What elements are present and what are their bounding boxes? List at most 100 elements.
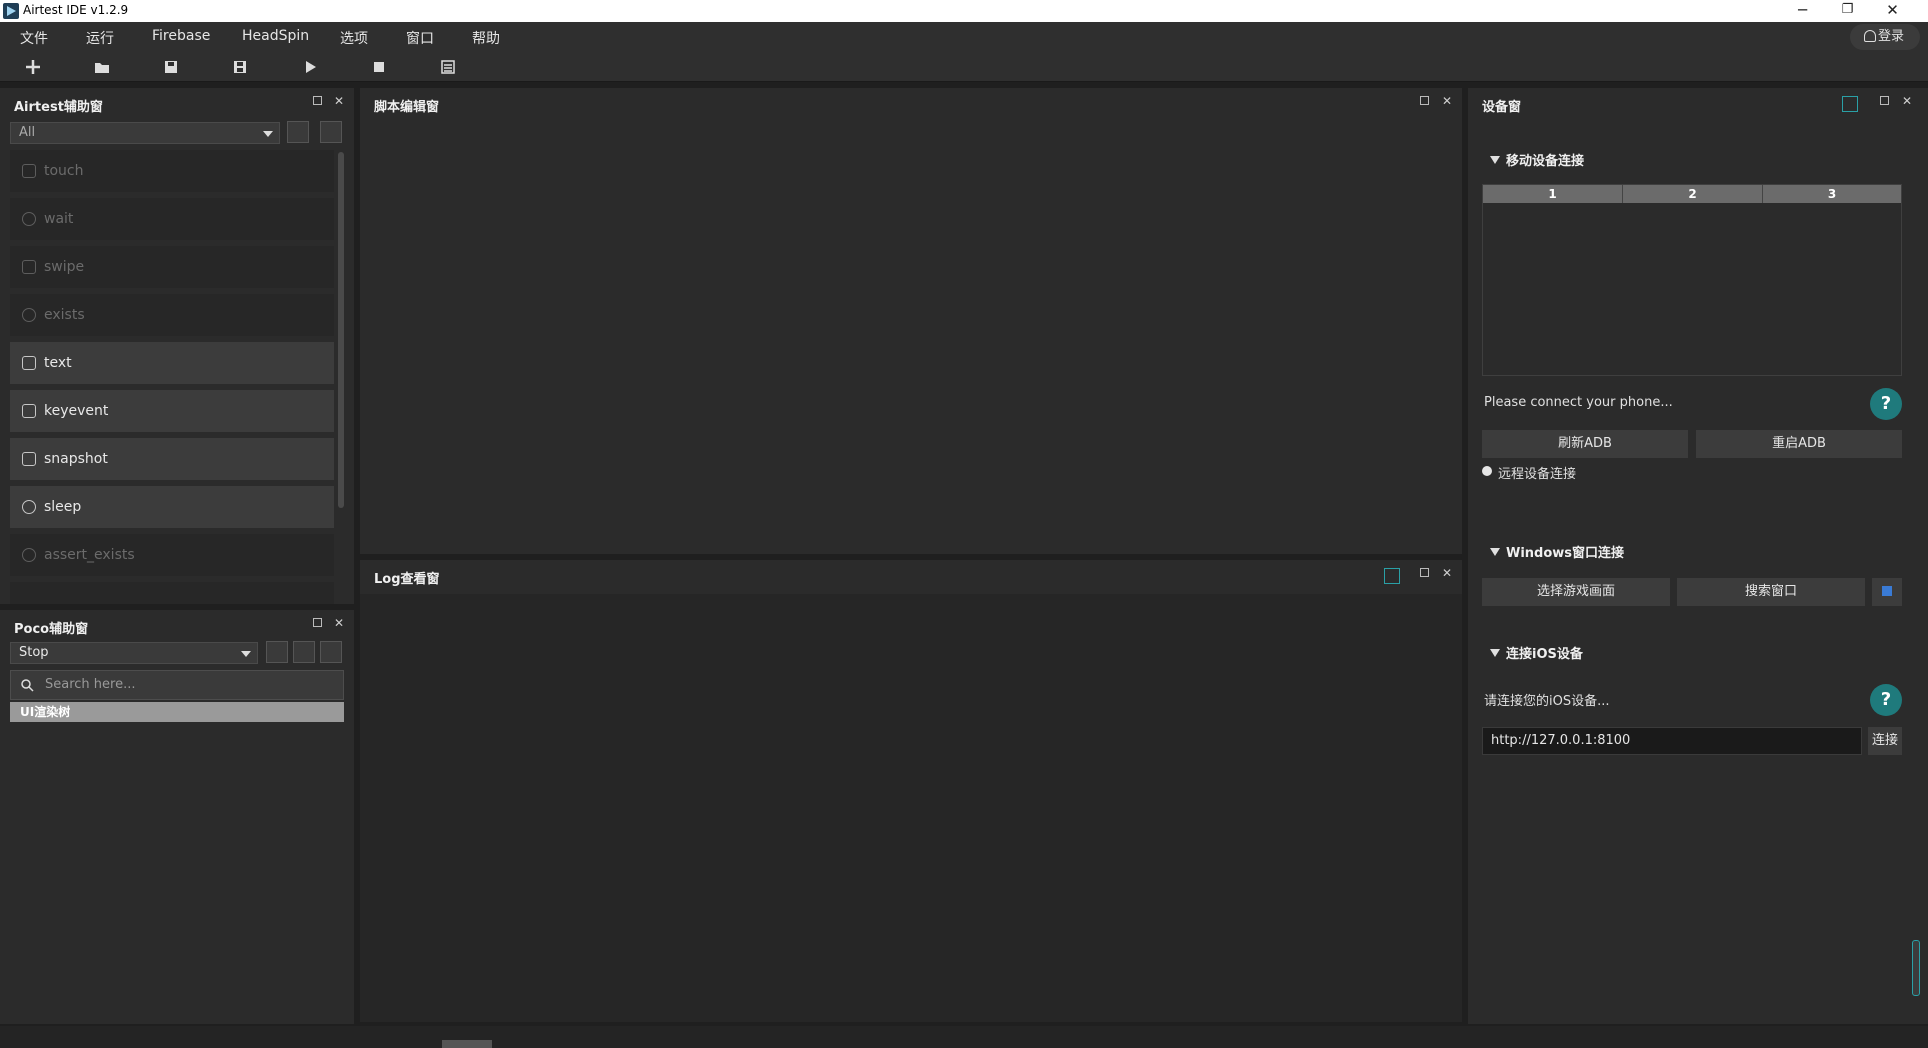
poco-search-input[interactable]: Search here... (10, 670, 344, 700)
device-table[interactable]: 1 2 3 (1482, 184, 1902, 376)
log-viewer-panel[interactable]: Log查看窗 ✕ (360, 560, 1462, 1022)
close-panel-button[interactable]: ✕ (1442, 566, 1452, 580)
api-assert-not-exists-partial[interactable] (10, 582, 334, 604)
log-icon[interactable] (439, 58, 457, 76)
lock-button[interactable] (266, 641, 288, 663)
menu-headspin[interactable]: HeadSpin (242, 28, 309, 44)
float-panel-button[interactable] (1880, 94, 1889, 108)
menu-run[interactable]: 运行 (86, 28, 114, 48)
device-panel-title: 设备窗 (1482, 100, 1522, 115)
api-filter-select[interactable]: All (10, 122, 280, 144)
menu-options[interactable]: 选项 (340, 28, 368, 48)
api-exists[interactable]: exists (10, 294, 334, 336)
filter-icon[interactable] (1384, 568, 1400, 584)
section-label: 移动设备连接 (1506, 154, 1585, 169)
close-button[interactable]: ✕ (1870, 0, 1915, 22)
device-settings-icon[interactable] (1842, 96, 1858, 112)
menu-help[interactable]: 帮助 (472, 28, 500, 48)
log-panel-header (360, 560, 1462, 594)
api-label: exists (44, 307, 85, 323)
horizontal-scrollbar[interactable] (442, 1040, 492, 1048)
select-game-button[interactable]: 选择游戏画面 (1482, 578, 1670, 606)
menu-bar: 文件 运行 Firebase HeadSpin 选项 窗口 帮助 (0, 22, 1928, 52)
login-label: 登录 (1878, 29, 1905, 44)
remote-connect-link[interactable]: 远程设备连接 (1498, 463, 1576, 482)
menu-file[interactable]: 文件 (20, 28, 48, 48)
api-touch[interactable]: touch (10, 150, 334, 192)
moon-icon (22, 500, 36, 514)
ui-tree-root[interactable]: UI渲染树 (10, 702, 344, 722)
close-panel-button[interactable]: ✕ (1442, 94, 1452, 108)
window-picker-button[interactable] (1872, 578, 1902, 606)
title-bar: Airtest IDE v1.2.9 ─ ❐ ✕ (0, 0, 1928, 22)
script-panel-title: 脚本编辑窗 (374, 100, 440, 115)
auto-record-button[interactable] (320, 121, 342, 143)
refresh-button[interactable] (293, 641, 315, 663)
api-snapshot[interactable]: snapshot (10, 438, 334, 480)
swipe-icon (22, 260, 36, 274)
stop-icon[interactable] (370, 58, 388, 76)
api-list-scrollbar[interactable] (338, 152, 344, 508)
api-keyevent[interactable]: keyevent (10, 390, 334, 432)
chevron-down-icon (263, 131, 273, 137)
restore-button[interactable]: ❐ (1825, 0, 1870, 22)
search-window-button[interactable]: 搜索窗口 (1677, 578, 1865, 606)
float-panel-button[interactable] (1420, 94, 1429, 108)
api-swipe[interactable]: swipe (10, 246, 334, 288)
mobile-section-header[interactable]: 移动设备连接 (1490, 150, 1584, 169)
api-label: text (44, 355, 72, 371)
record-screen-button[interactable] (287, 121, 309, 143)
float-panel-button[interactable] (1420, 566, 1429, 580)
collapse-triangle-icon (1490, 548, 1500, 556)
section-label: 连接iOS设备 (1506, 647, 1583, 662)
float-panel-button[interactable] (313, 94, 322, 108)
app-logo-icon (3, 3, 19, 19)
close-panel-button[interactable]: ✕ (334, 616, 344, 630)
menu-window[interactable]: 窗口 (406, 28, 434, 48)
record-button[interactable] (320, 641, 342, 663)
help-icon[interactable]: ? (1870, 684, 1902, 716)
connect-status-text: Please connect your phone... (1484, 395, 1673, 410)
section-label: Windows窗口连接 (1506, 546, 1625, 561)
close-panel-button[interactable]: ✕ (334, 94, 344, 108)
poco-mode-select[interactable]: Stop (10, 642, 258, 664)
window-title: Airtest IDE v1.2.9 (23, 3, 129, 17)
api-text[interactable]: text (10, 342, 334, 384)
poco-mode-value: Stop (19, 645, 49, 660)
api-label: touch (44, 163, 84, 179)
run-icon[interactable] (301, 58, 319, 76)
api-assert-exists[interactable]: assert_exists (10, 534, 334, 576)
minimize-button[interactable]: ─ (1780, 0, 1825, 22)
api-label: swipe (44, 259, 85, 275)
connect-button[interactable]: 连接 (1868, 727, 1902, 755)
restart-adb-button[interactable]: 重启ADB (1696, 430, 1902, 458)
float-panel-button[interactable] (313, 616, 322, 630)
api-label: assert_exists (44, 547, 135, 563)
ios-section-header[interactable]: 连接iOS设备 (1490, 643, 1583, 662)
api-label: snapshot (44, 451, 108, 467)
close-panel-button[interactable]: ✕ (1902, 94, 1912, 108)
script-editor-panel[interactable]: 脚本编辑窗 ✕ (360, 88, 1462, 554)
new-file-icon[interactable] (24, 58, 42, 76)
help-icon[interactable]: ? (1870, 388, 1902, 420)
keyboard-icon (22, 404, 36, 418)
api-wait[interactable]: wait (10, 198, 334, 240)
table-header-3: 3 (1763, 185, 1901, 203)
status-bar (0, 1026, 1928, 1048)
search-icon (21, 679, 34, 692)
windows-section-header[interactable]: Windows窗口连接 (1490, 542, 1624, 561)
collapse-triangle-icon (1490, 649, 1500, 657)
save-icon[interactable] (162, 58, 180, 76)
login-button[interactable]: 登录 (1850, 24, 1920, 50)
open-folder-icon[interactable] (93, 58, 111, 76)
refresh-adb-button[interactable]: 刷新ADB (1482, 430, 1688, 458)
check-circle-icon (22, 308, 36, 322)
api-label: wait (44, 211, 74, 227)
search-placeholder: Search here... (45, 677, 136, 692)
api-label: keyevent (44, 403, 109, 419)
ios-url-input[interactable]: http://127.0.0.1:8100 (1482, 727, 1862, 755)
device-panel-scrollbar[interactable] (1912, 940, 1920, 996)
menu-firebase[interactable]: Firebase (152, 28, 210, 44)
api-sleep[interactable]: sleep (10, 486, 334, 528)
save-as-icon[interactable] (231, 58, 249, 76)
